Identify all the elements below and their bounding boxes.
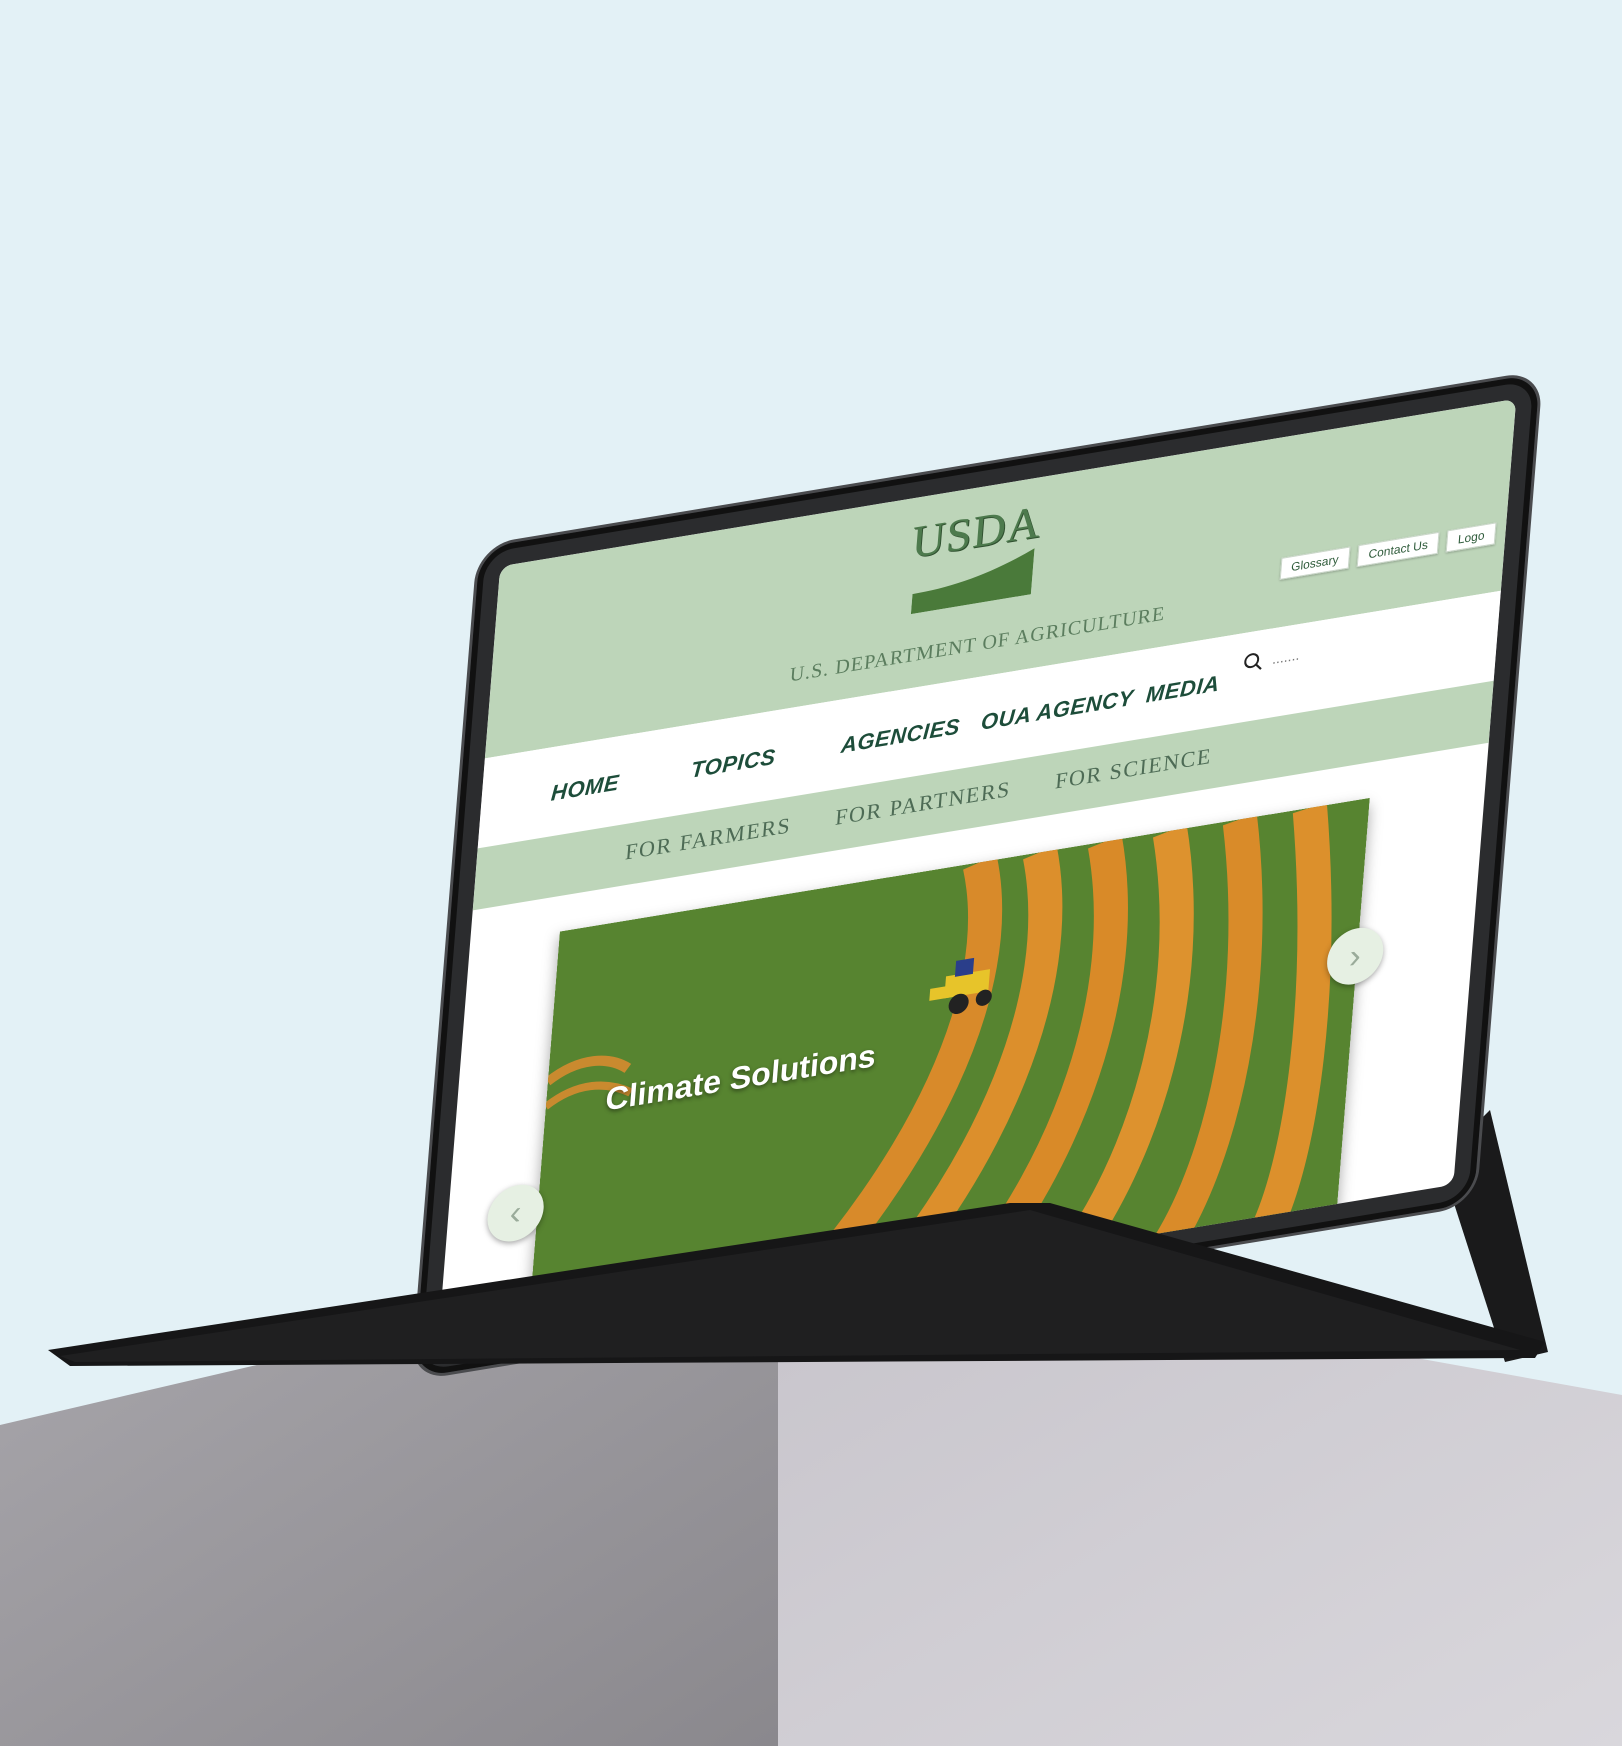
- keyboard-cover-front: [48, 1203, 1545, 1366]
